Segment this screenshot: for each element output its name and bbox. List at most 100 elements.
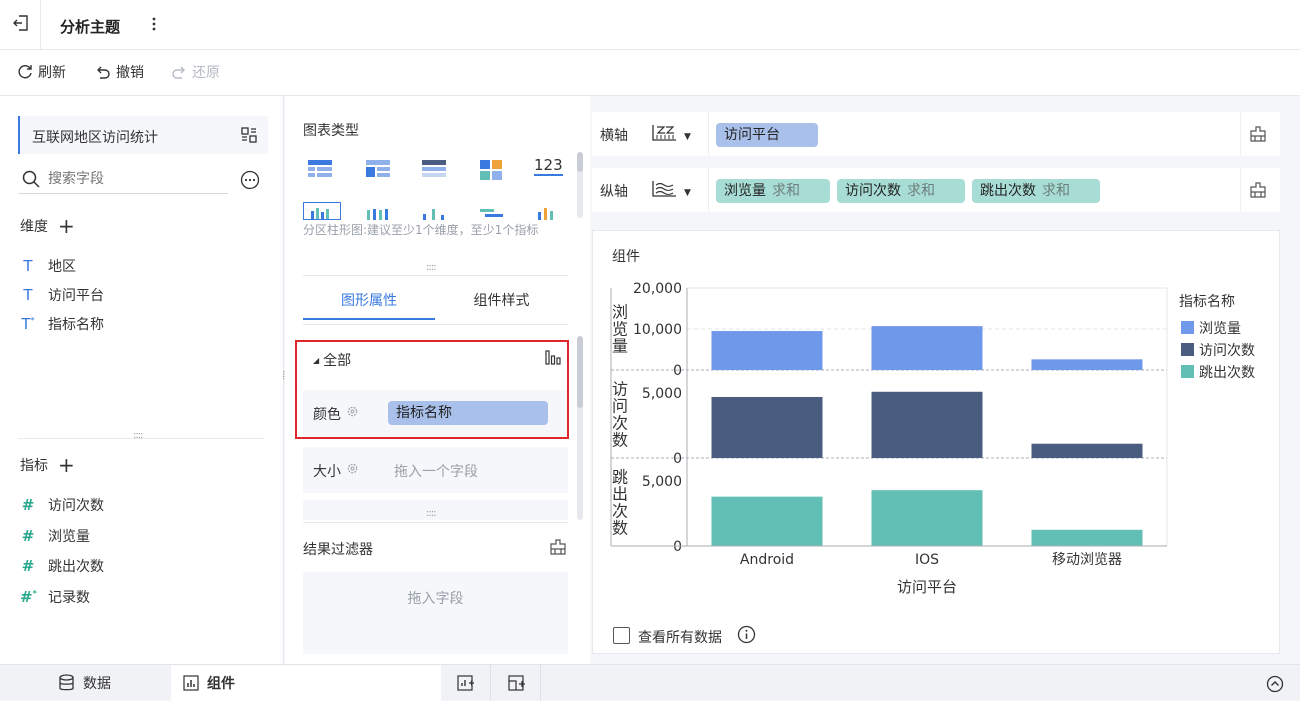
group-label: 全部 [323, 353, 352, 369]
redo-button[interactable]: 还原 [170, 62, 220, 82]
divider [303, 522, 568, 523]
undo-button[interactable]: 撤销 [94, 62, 144, 82]
add-component-icon[interactable] [457, 674, 475, 692]
color-field-pill[interactable]: 指标名称 [388, 401, 548, 425]
tab-component-style[interactable]: 组件样式 [435, 282, 568, 320]
multi-bar-chart-icon[interactable] [534, 206, 562, 220]
filter-title: 结果过滤器 [303, 542, 373, 558]
settings-icon[interactable] [346, 405, 359, 418]
bar-chart-icon[interactable] [544, 348, 562, 366]
y-field-pill[interactable]: 访问次数 求和 [837, 179, 965, 203]
table-chart-icon[interactable] [306, 158, 336, 182]
collapse-up-icon[interactable] [1266, 675, 1284, 693]
size-property-row: 大小 拖入一个字段 [303, 447, 568, 493]
detail-table-icon[interactable] [420, 158, 450, 182]
tab-graph-properties[interactable]: 图形属性 [303, 282, 435, 320]
refresh-button[interactable]: 刷新 [16, 62, 66, 82]
calculated-number-field-icon: #* [20, 588, 37, 606]
grouped-bar-chart-icon[interactable] [420, 206, 448, 220]
refresh-icon [16, 63, 34, 81]
tab-data[interactable]: 数据 [58, 665, 111, 701]
color-property-row: 颜色 指标名称 [303, 390, 568, 436]
x-tick-label: 移动浏览器 [1052, 552, 1122, 568]
metric-item[interactable]: # 访问次数 [20, 495, 104, 515]
chevron-down-icon[interactable]: ▼ [684, 132, 691, 142]
y-tick-label: 5,000 [642, 474, 682, 490]
metric-label: 跳出次数 [48, 559, 104, 575]
legend-swatch [1181, 343, 1194, 356]
metric-item[interactable]: #* 记录数 [20, 587, 90, 607]
y-axis-settings-icon[interactable] [1249, 181, 1267, 199]
chart-panel: 组件 20,000 10,000 0 浏览量 5,000 0 访问次数 5,000 0 跳出次数 A… [592, 230, 1280, 654]
property-group-header[interactable]: ◢ 全部 [313, 350, 351, 370]
chart-type-scrollbar[interactable] [577, 152, 583, 218]
filter-settings-icon[interactable] [549, 538, 567, 556]
exit-icon[interactable] [12, 14, 30, 32]
more-vertical-icon[interactable] [150, 15, 158, 33]
bar-跳出次数-IOS [871, 490, 983, 546]
y-field-pill[interactable]: 浏览量 求和 [716, 179, 830, 203]
add-metric-icon[interactable]: + [58, 455, 75, 475]
metric-item[interactable]: # 浏览量 [20, 526, 90, 546]
number-chart-icon[interactable]: 123 [534, 156, 564, 180]
chevron-down-icon[interactable]: ▼ [684, 188, 691, 198]
bar-访问次数-移动浏览器 [1031, 443, 1143, 458]
legend-swatch [1181, 365, 1194, 378]
dashboard-chart-icon[interactable] [477, 158, 507, 182]
bar-浏览量-Android [711, 331, 823, 370]
stacked-bar-chart-icon[interactable] [364, 206, 392, 220]
tab-component[interactable]: 组件 [171, 665, 441, 701]
x-tick-label: Android [740, 552, 794, 568]
search-input[interactable] [48, 168, 218, 190]
x-field-pill[interactable]: 访问平台 [716, 123, 818, 147]
dimension-item[interactable]: T* 指标名称 [20, 314, 104, 334]
undo-icon [94, 63, 112, 81]
add-dimension-icon[interactable]: + [58, 216, 75, 236]
y-field-pill[interactable]: 跳出次数 求和 [972, 179, 1100, 203]
dimensions-title: 维度 [20, 219, 48, 235]
size-label: 大小 [313, 464, 341, 480]
partition-bar-chart-icon[interactable] [303, 202, 341, 220]
y-axis-title-char: 量 [612, 337, 628, 356]
resize-handle[interactable]: :::: [426, 262, 437, 273]
y-field-name: 访问次数 [845, 183, 901, 199]
metric-item[interactable]: # 跳出次数 [20, 556, 104, 576]
info-icon[interactable] [737, 625, 756, 644]
show-all-checkbox[interactable] [613, 627, 630, 644]
y-tick-label: 20,000 [633, 281, 682, 297]
bar-访问次数-IOS [871, 391, 983, 458]
dataset-selector[interactable]: 互联网地区访问统计 [18, 116, 268, 154]
add-dashboard-icon[interactable] [508, 674, 526, 692]
dimension-label: 访问平台 [48, 288, 104, 304]
filter-drop-zone[interactable]: 拖入字段 [303, 572, 568, 654]
legend-item-label: 跳出次数 [1199, 365, 1255, 381]
undo-label: 撤销 [116, 65, 144, 81]
color-label: 颜色 [313, 407, 341, 423]
search-icon [22, 170, 40, 188]
resize-handle[interactable]: :::: [133, 430, 144, 441]
y-field-agg: 求和 [772, 183, 800, 199]
property-row-clipped [303, 500, 568, 520]
tab-data-label: 数据 [83, 676, 111, 692]
field-search[interactable] [18, 166, 228, 194]
dimension-item[interactable]: T 地区 [20, 256, 76, 276]
more-options-icon[interactable] [240, 170, 260, 190]
switch-dataset-icon[interactable] [240, 126, 258, 144]
x-axis-settings-icon[interactable] [1249, 125, 1267, 143]
redo-icon [170, 63, 188, 81]
x-axis-sort-icon[interactable] [652, 123, 678, 145]
legend-title: 指标名称 [1179, 294, 1235, 310]
divider [708, 168, 709, 212]
property-scrollbar[interactable] [577, 336, 583, 520]
resize-handle[interactable]: :::: [426, 508, 437, 519]
settings-icon[interactable] [346, 462, 359, 475]
bottom-bar: 数据 组件 [0, 664, 1300, 701]
y-tick-label: 0 [673, 451, 682, 467]
y-axis-sort-icon[interactable] [652, 179, 678, 201]
pivot-table-icon[interactable] [364, 158, 394, 182]
calculated-text-field-icon: T* [21, 315, 35, 333]
dimension-item[interactable]: T 访问平台 [20, 285, 104, 305]
size-drop-zone[interactable]: 拖入一个字段 [394, 461, 478, 481]
y-field-name: 浏览量 [724, 183, 766, 199]
horizontal-bar-chart-icon[interactable] [477, 206, 505, 220]
